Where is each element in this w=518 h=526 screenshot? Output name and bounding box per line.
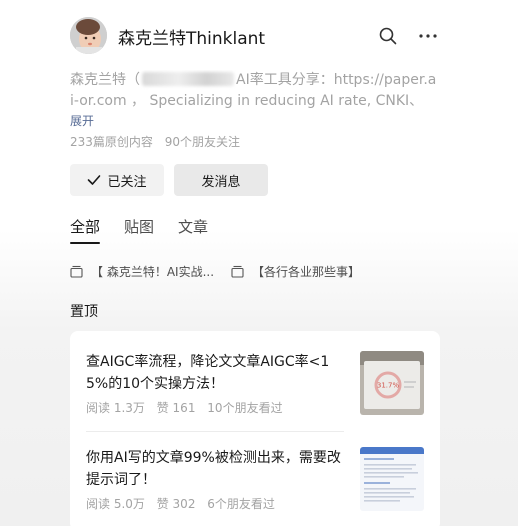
article-likes: 赞 302: [156, 497, 196, 511]
original-articles-count: 233篇原创内容: [70, 135, 153, 149]
send-message-button[interactable]: 发消息: [174, 164, 268, 196]
article-title: 你用AI写的文章99%被检测出来，需要改提示词了！: [86, 450, 341, 488]
followed-button[interactable]: 已关注: [70, 164, 164, 196]
profile-stats: 233篇原创内容 90个朋友关注: [70, 133, 240, 150]
article-thumbnail: 31.7%: [360, 351, 424, 415]
collection-label: 【 森克兰特！AI实战...: [91, 265, 215, 279]
pinned-section-title: 置顶: [70, 304, 98, 320]
thumbnail-percentage: 31.7%: [377, 382, 400, 390]
article-friends-read: 6个朋友看过: [207, 497, 275, 511]
profile-page: 森克兰特Thinklant 森克兰特（ AI率工具分享：https://paper…: [0, 0, 518, 526]
collection-icon: [70, 265, 83, 278]
pinned-articles-card: 查AIGC率流程，降论文文章AIGC率<15%的10个实操方法！ 阅读 1.3万…: [70, 331, 440, 526]
more-icon[interactable]: [418, 26, 438, 46]
friends-follow-count: 90个朋友关注: [164, 135, 241, 149]
avatar[interactable]: [70, 17, 107, 54]
tab-articles[interactable]: 文章: [178, 216, 208, 237]
article-meta: 阅读 5.0万 赞 302 6个朋友看过: [86, 495, 275, 512]
article-title: 查AIGC率流程，降论文文章AIGC率<15%的10个实操方法！: [86, 354, 330, 392]
article-divider: [86, 431, 344, 432]
article-reads: 阅读 5.0万: [86, 497, 145, 511]
tab-image-posts[interactable]: 贴图: [124, 216, 154, 237]
article-reads: 阅读 1.3万: [86, 401, 145, 415]
article-meta: 阅读 1.3万 赞 161 10个朋友看过: [86, 399, 283, 416]
followed-label: 已关注: [107, 174, 147, 190]
avatar-image: [70, 17, 107, 54]
collection-item-1[interactable]: 【 森克兰特！AI实战...: [70, 263, 214, 280]
expand-link[interactable]: 展开: [70, 112, 94, 129]
article-likes: 赞 161: [156, 401, 196, 415]
content-tabs: 全部 贴图 文章: [70, 216, 232, 244]
account-name: 森克兰特Thinklant: [118, 29, 266, 49]
search-icon[interactable]: [378, 26, 398, 46]
description-prefix: 森克兰特（: [70, 72, 140, 88]
collection-item-2[interactable]: 【各行各业那些事】: [231, 263, 360, 280]
collection-label: 【各行各业那些事】: [252, 265, 361, 279]
send-message-label: 发消息: [201, 174, 241, 190]
article-thumbnail: [360, 447, 424, 511]
redacted-text: [142, 72, 234, 86]
profile-description: 森克兰特（ AI率工具分享：https://paper.ai-or.com ， S…: [70, 70, 440, 112]
check-icon: [88, 175, 101, 185]
article-friends-read: 10个朋友看过: [207, 401, 283, 415]
tab-all[interactable]: 全部: [70, 216, 101, 244]
collection-icon: [231, 265, 244, 278]
